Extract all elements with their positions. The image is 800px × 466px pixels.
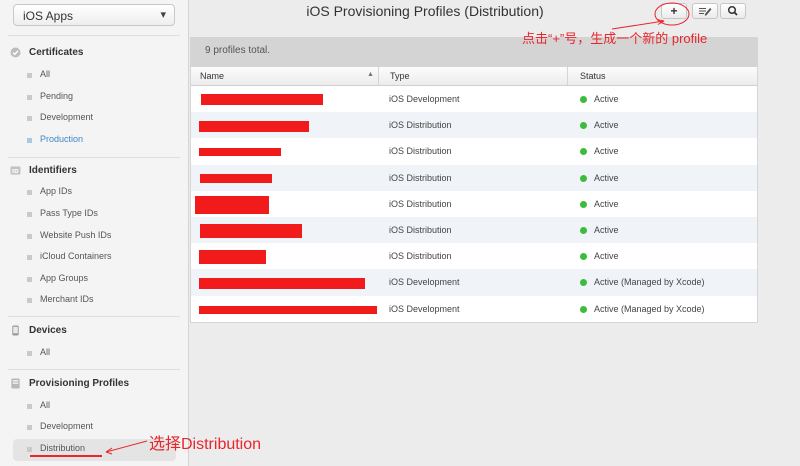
redacted-name — [200, 173, 272, 183]
table-body: iOS Development Active iOS Distribution Ac… — [191, 86, 757, 322]
plus-icon: + — [670, 4, 678, 18]
add-profile-button[interactable]: + — [661, 3, 687, 19]
profile-status: Active — [594, 146, 619, 157]
status-active-icon — [580, 174, 587, 182]
profiles-table: Name ▲ Type Status iOS Development Active… — [190, 67, 758, 323]
table-header: Name ▲ Type Status — [191, 67, 757, 86]
page-title: iOS Provisioning Profiles (Distribution) — [306, 3, 544, 19]
table-row[interactable]: iOS Distribution Active — [191, 138, 757, 164]
redacted-name — [200, 223, 302, 238]
table-row[interactable]: iOS Distribution Active — [191, 112, 757, 139]
sort-ascending-icon[interactable]: ▲ — [367, 71, 374, 78]
id-icon: ID — [10, 166, 21, 175]
redacted-name — [199, 148, 281, 157]
redacted-name — [199, 250, 266, 265]
profile-type: iOS Distribution — [389, 251, 452, 262]
divider — [8, 35, 180, 36]
profile-status: Active — [594, 251, 619, 262]
redacted-name — [199, 305, 377, 314]
table-row[interactable]: iOS Distribution Active — [191, 216, 757, 244]
profile-status: Active — [594, 198, 619, 209]
certificate-icon — [10, 47, 21, 58]
table-row[interactable]: iOS Distribution Active — [191, 191, 757, 217]
sidebar: iOS Apps ▾ Certificates All Pending Deve… — [0, 0, 189, 466]
profile-type: iOS Distribution — [389, 198, 452, 209]
profile-type: iOS Distribution — [389, 224, 452, 235]
profile-count: 9 profiles total. — [205, 45, 271, 56]
table-row[interactable]: iOS Development Active — [191, 86, 757, 112]
arrowhead-icon — [656, 19, 665, 25]
status-active-icon — [580, 200, 587, 208]
profile-type: iOS Development — [389, 277, 460, 288]
profile-status: Active — [594, 120, 619, 131]
column-header-status[interactable]: Status — [580, 71, 606, 81]
section-title: Devices — [29, 325, 67, 336]
table-row[interactable]: iOS Distribution Active — [191, 243, 757, 269]
divider — [8, 369, 180, 370]
status-active-icon — [580, 122, 587, 130]
table-row[interactable]: iOS Development Active (Managed by Xcode) — [191, 269, 757, 296]
table-row[interactable]: iOS Development Active (Managed by Xcode) — [191, 296, 757, 322]
section-title: Provisioning Profiles — [29, 378, 130, 389]
device-icon — [12, 325, 19, 336]
redacted-name — [195, 195, 269, 214]
table-row[interactable]: iOS Distribution Active — [191, 164, 757, 191]
redacted-name — [199, 121, 309, 133]
profile-status: Active — [594, 224, 619, 235]
annotation-underline — [30, 455, 102, 457]
column-header-name[interactable]: Name — [200, 71, 224, 81]
profile-status: Active — [594, 94, 619, 104]
section-title: Certificates — [29, 47, 84, 58]
svg-text:ID: ID — [12, 169, 19, 175]
redacted-name — [199, 278, 365, 290]
profile-type: iOS Distribution — [389, 120, 452, 131]
status-active-icon — [580, 253, 587, 261]
edit-icon — [699, 8, 712, 16]
search-button[interactable] — [720, 3, 746, 19]
divider — [8, 316, 180, 317]
annotation-add-hint: 点击“+”号，生成一个新的 profile — [522, 31, 708, 46]
column-header-type[interactable]: Type — [390, 71, 410, 81]
profile-type: iOS Distribution — [389, 172, 452, 183]
status-active-icon — [580, 148, 587, 156]
divider — [8, 157, 180, 158]
status-active-icon — [580, 96, 587, 103]
profile-status: Active (Managed by Xcode) — [594, 303, 705, 314]
profile-status: Active (Managed by Xcode) — [594, 277, 705, 288]
profile-type: iOS Development — [389, 303, 460, 314]
search-icon — [727, 5, 738, 16]
profile-icon — [11, 378, 20, 389]
edit-button[interactable] — [692, 3, 718, 19]
redacted-name — [201, 94, 323, 105]
status-active-icon — [580, 226, 587, 234]
platform-select-label: iOS Apps — [23, 9, 74, 23]
profile-type: iOS Development — [389, 94, 460, 104]
platform-select[interactable]: iOS Apps ▾ — [13, 4, 175, 26]
chevron-down-icon: ▾ — [160, 9, 166, 21]
section-title: Identifiers — [29, 165, 77, 176]
annotation-select-hint: 选择Distribution — [149, 436, 262, 453]
profile-status: Active — [594, 172, 619, 183]
status-active-icon — [580, 279, 587, 287]
profile-type: iOS Distribution — [389, 146, 452, 157]
status-active-icon — [580, 305, 587, 313]
